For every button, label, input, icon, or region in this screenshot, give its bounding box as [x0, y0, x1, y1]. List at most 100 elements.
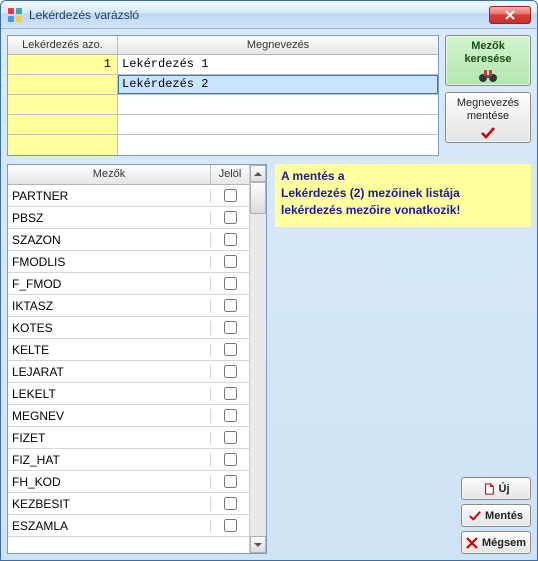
field-row[interactable]: ESZAMLA [8, 515, 249, 537]
binoculars-icon [448, 69, 528, 83]
new-button[interactable]: Új [461, 477, 531, 500]
field-checkbox[interactable] [224, 211, 237, 224]
query-row[interactable]: 1Lekérdezés 1 [8, 55, 438, 75]
field-name-cell: FIZET [8, 431, 211, 445]
field-name-cell: KEZBESIT [8, 497, 211, 511]
checkmark-icon [448, 126, 528, 140]
field-checkbox[interactable] [224, 299, 237, 312]
titlebar: Lekérdezés varázsló [1, 1, 537, 29]
search-fields-label-2: keresése [448, 53, 528, 66]
field-checkbox[interactable] [224, 321, 237, 334]
field-row[interactable]: FIZ_HAT [8, 449, 249, 471]
query-row[interactable] [8, 115, 438, 135]
right-panel: A mentés a Lekérdezés (2) mezőinek listá… [275, 164, 531, 554]
query-id-cell[interactable] [8, 75, 118, 94]
field-checkbox[interactable] [224, 497, 237, 510]
window-title: Lekérdezés varázsló [29, 8, 489, 22]
save-button[interactable]: Mentés [461, 504, 531, 527]
field-name-cell: ESZAMLA [8, 519, 211, 533]
field-row[interactable]: KEZBESIT [8, 493, 249, 515]
save-name-button[interactable]: Megnevezés mentése [445, 92, 531, 143]
query-id-cell[interactable] [8, 95, 118, 114]
field-row[interactable]: MEGNEV [8, 405, 249, 427]
field-row[interactable]: KOTES [8, 317, 249, 339]
field-checkbox[interactable] [224, 189, 237, 202]
field-checkbox[interactable] [224, 365, 237, 378]
query-name-cell[interactable] [118, 135, 438, 155]
query-name-cell[interactable] [118, 115, 438, 134]
field-checkbox[interactable] [224, 255, 237, 268]
cancel-label: Mégsem [482, 537, 526, 549]
field-row[interactable]: KELTE [8, 339, 249, 361]
query-name-cell[interactable]: Lekérdezés 1 [118, 55, 438, 74]
query-name-header[interactable]: Megnevezés [118, 36, 438, 54]
query-name-cell[interactable] [118, 95, 438, 114]
field-name-cell: PBSZ [8, 211, 211, 225]
field-row[interactable]: PARTNER [8, 185, 249, 207]
query-row[interactable]: Lekérdezés 2 [8, 75, 438, 95]
field-name-cell: FH_KOD [8, 475, 211, 489]
field-checkbox[interactable] [224, 233, 237, 246]
field-row[interactable]: FH_KOD [8, 471, 249, 493]
save-name-label-2: mentése [448, 110, 528, 123]
search-fields-button[interactable]: Mezők keresése [445, 35, 531, 86]
query-id-cell[interactable] [8, 135, 118, 155]
info-line-1: A mentés a [281, 168, 525, 185]
field-checkbox[interactable] [224, 475, 237, 488]
field-checkbox[interactable] [224, 409, 237, 422]
field-mark-cell [211, 321, 249, 334]
close-button[interactable] [489, 6, 531, 24]
field-row[interactable]: SZAZON [8, 229, 249, 251]
fields-col-header[interactable]: Mezők [8, 165, 211, 184]
scroll-thumb[interactable] [250, 182, 266, 214]
query-id-header[interactable]: Lekérdezés azo. [8, 36, 118, 54]
top-row: Lekérdezés azo. Megnevezés 1Lekérdezés 1… [7, 35, 531, 156]
field-row[interactable]: IKTASZ [8, 295, 249, 317]
chevron-down-icon [254, 542, 262, 548]
field-mark-cell [211, 409, 249, 422]
query-name-cell[interactable]: Lekérdezés 2 [118, 75, 438, 94]
field-mark-cell [211, 189, 249, 202]
field-name-cell: MEGNEV [8, 409, 211, 423]
field-checkbox[interactable] [224, 431, 237, 444]
field-row[interactable]: LEJARAT [8, 361, 249, 383]
save-label: Mentés [485, 510, 523, 522]
query-id-cell[interactable] [8, 115, 118, 134]
field-name-cell: LEJARAT [8, 365, 211, 379]
field-mark-cell [211, 475, 249, 488]
scroll-up-button[interactable] [250, 165, 266, 182]
field-checkbox[interactable] [224, 387, 237, 400]
field-name-cell: FIZ_HAT [8, 453, 211, 467]
field-row[interactable]: PBSZ [8, 207, 249, 229]
fields-inner: Mezők Jelöl PARTNER PBSZ SZAZON FMODLIS F_FM… [8, 165, 249, 553]
field-name-cell: LEKELT [8, 387, 211, 401]
query-row[interactable] [8, 95, 438, 115]
field-checkbox[interactable] [224, 453, 237, 466]
field-row[interactable]: FIZET [8, 427, 249, 449]
field-row[interactable]: LEKELT [8, 383, 249, 405]
content-area: Lekérdezés azo. Megnevezés 1Lekérdezés 1… [1, 29, 537, 560]
mark-col-header[interactable]: Jelöl [211, 165, 249, 184]
field-row[interactable]: FMODLIS [8, 251, 249, 273]
field-mark-cell [211, 343, 249, 356]
query-row[interactable] [8, 135, 438, 155]
action-buttons: Új Mentés Mégsem [461, 477, 531, 554]
query-id-cell[interactable]: 1 [8, 55, 118, 74]
field-checkbox[interactable] [224, 519, 237, 532]
info-box: A mentés a Lekérdezés (2) mezőinek listá… [275, 164, 531, 227]
field-name-cell: SZAZON [8, 233, 211, 247]
field-mark-cell [211, 365, 249, 378]
scroll-track[interactable] [250, 182, 266, 536]
field-row[interactable]: F_FMOD [8, 273, 249, 295]
field-mark-cell [211, 277, 249, 290]
field-name-cell: FMODLIS [8, 255, 211, 269]
field-checkbox[interactable] [224, 277, 237, 290]
cancel-button[interactable]: Mégsem [461, 531, 531, 554]
field-mark-cell [211, 519, 249, 532]
lower-area: Mezők Jelöl PARTNER PBSZ SZAZON FMODLIS F_FM… [7, 164, 531, 554]
field-checkbox[interactable] [224, 343, 237, 356]
query-table-header: Lekérdezés azo. Megnevezés [8, 36, 438, 55]
check-icon [469, 510, 481, 522]
scroll-down-button[interactable] [250, 536, 266, 553]
vertical-scrollbar[interactable] [249, 165, 266, 553]
